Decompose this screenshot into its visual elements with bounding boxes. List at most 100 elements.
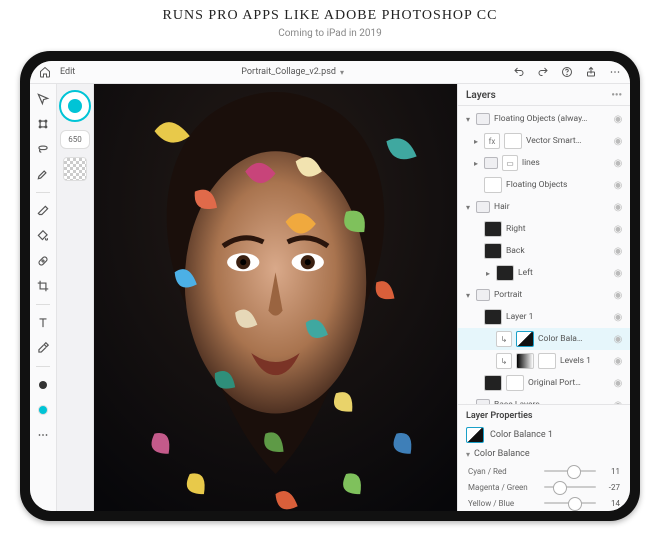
- type-tool[interactable]: [34, 314, 52, 332]
- disclosure-icon[interactable]: ▾: [464, 203, 472, 212]
- layer-thumbnail: [484, 309, 502, 325]
- slider-label: Cyan / Red: [468, 467, 538, 476]
- visibility-icon[interactable]: ◉: [612, 355, 624, 367]
- edit-menu[interactable]: Edit: [60, 67, 75, 77]
- color-balance-title: Color Balance: [474, 449, 530, 459]
- visibility-icon[interactable]: ◉: [612, 179, 624, 191]
- color-balance-slider[interactable]: Magenta / Green-27: [458, 479, 630, 495]
- disclosure-icon[interactable]: ▸: [484, 269, 492, 278]
- layer-label: Portrait: [494, 290, 608, 300]
- layer-hair-back[interactable]: Back ◉: [458, 240, 630, 262]
- layers-panel-menu-icon[interactable]: •••: [611, 90, 622, 101]
- selected-layer-name: Color Balance 1: [490, 430, 553, 440]
- color-balance-section-header[interactable]: ▾ Color Balance: [458, 447, 630, 463]
- more-tools[interactable]: [34, 426, 52, 444]
- layer-original-portrait[interactable]: Original Port… ◉: [458, 372, 630, 394]
- top-bar: Edit Portrait_Collage_v2.psd ▾: [30, 61, 630, 84]
- visibility-icon[interactable]: ◉: [612, 113, 624, 125]
- layer-group-base[interactable]: ▸ Base Layers ◉: [458, 394, 630, 404]
- fx-icon: fx: [484, 133, 500, 149]
- canvas-artwork[interactable]: [94, 84, 457, 511]
- disclosure-icon[interactable]: ▸: [472, 137, 480, 146]
- color-balance-sliders: Cyan / Red11Magenta / Green-27Yellow / B…: [458, 463, 630, 511]
- layer-properties-row: Color Balance 1: [458, 423, 630, 447]
- mask-thumbnail: [506, 375, 524, 391]
- slider-label: Yellow / Blue: [468, 499, 538, 508]
- slider-track[interactable]: [544, 465, 596, 477]
- foreground-swatch[interactable]: [34, 376, 52, 394]
- visibility-icon[interactable]: ◉: [612, 289, 624, 301]
- move-pointer-tool[interactable]: [34, 90, 52, 108]
- eraser-tool[interactable]: [34, 202, 52, 220]
- visibility-icon[interactable]: ◉: [612, 267, 624, 279]
- home-icon[interactable]: [36, 63, 54, 81]
- disclosure-icon[interactable]: ▾: [464, 115, 472, 124]
- brush-preview[interactable]: [59, 90, 91, 122]
- layers-list: ▾ Floating Objects (alway… ◉ ▸ fx Vector…: [458, 106, 630, 404]
- layer-hair-left[interactable]: ▸ Left ◉: [458, 262, 630, 284]
- overflow-icon[interactable]: [606, 63, 624, 81]
- layer-label: Original Port…: [528, 378, 608, 388]
- color-balance-slider[interactable]: Yellow / Blue14: [458, 495, 630, 511]
- layer-group-floating[interactable]: ▾ Floating Objects (alway… ◉: [458, 108, 630, 130]
- layer-thumbnail: [484, 375, 502, 391]
- fill-tool[interactable]: [34, 227, 52, 245]
- layer-group-hair[interactable]: ▾ Hair ◉: [458, 196, 630, 218]
- visibility-icon[interactable]: ◉: [612, 333, 624, 345]
- layer-label: Floating Objects: [506, 180, 608, 190]
- lasso-tool[interactable]: [34, 140, 52, 158]
- layer-label: lines: [522, 158, 608, 168]
- slider-track[interactable]: [544, 481, 596, 493]
- selected-layer-thumb: [466, 427, 484, 443]
- visibility-icon[interactable]: ◉: [612, 377, 624, 389]
- help-icon[interactable]: [558, 63, 576, 81]
- eyedropper-tool[interactable]: [34, 339, 52, 357]
- background-swatch[interactable]: [34, 401, 52, 419]
- file-title-dropdown[interactable]: Portrait_Collage_v2.psd ▾: [241, 67, 344, 77]
- share-icon[interactable]: [582, 63, 600, 81]
- toolbar-separator: [36, 192, 50, 193]
- toolbar-separator: [36, 366, 50, 367]
- visibility-icon[interactable]: ◉: [612, 311, 624, 323]
- slider-track[interactable]: [544, 497, 596, 509]
- layer-hair-right[interactable]: Right ◉: [458, 218, 630, 240]
- disclosure-icon[interactable]: ▾: [464, 291, 472, 300]
- opacity-swatch[interactable]: [63, 157, 87, 181]
- layer-thumbnail: [484, 243, 502, 259]
- disclosure-icon[interactable]: ▸: [472, 159, 480, 168]
- right-panel: Layers ••• ▾ Floating Objects (alway… ◉ …: [457, 84, 630, 511]
- layer-lines[interactable]: ▸ ▭ lines ◉: [458, 152, 630, 174]
- layer-label: Hair: [494, 202, 608, 212]
- visibility-icon[interactable]: ◉: [612, 135, 624, 147]
- brush-size-chip[interactable]: 650: [60, 130, 90, 149]
- visibility-icon[interactable]: ◉: [612, 245, 624, 257]
- transform-tool[interactable]: [34, 115, 52, 133]
- layer-vector-smart[interactable]: ▸ fx Vector Smart… ◉: [458, 130, 630, 152]
- folder-icon: [476, 399, 490, 404]
- visibility-icon[interactable]: ◉: [612, 223, 624, 235]
- layer-thumbnail: [504, 133, 522, 149]
- slider-value: -27: [602, 483, 620, 492]
- layers-panel-header: Layers •••: [458, 84, 630, 106]
- app-screen: Edit Portrait_Collage_v2.psd ▾: [30, 61, 630, 511]
- layer-color-balance[interactable]: ↳ Color Bala… ◉: [458, 328, 630, 350]
- layer-thumbnail: [484, 221, 502, 237]
- marketing-subtitle: Coming to iPad in 2019: [0, 28, 660, 39]
- file-name: Portrait_Collage_v2.psd: [241, 67, 336, 77]
- color-balance-slider[interactable]: Cyan / Red 11: [458, 463, 630, 479]
- layer-layer1[interactable]: Layer 1 ◉: [458, 306, 630, 328]
- layer-label: Layer 1: [506, 312, 608, 322]
- healing-tool[interactable]: [34, 252, 52, 270]
- layer-label: Left: [518, 268, 608, 278]
- redo-button[interactable]: [534, 63, 552, 81]
- slider-value: 11: [602, 467, 620, 476]
- layer-floating-objects[interactable]: Floating Objects ◉: [458, 174, 630, 196]
- layer-group-portrait[interactable]: ▾ Portrait ◉: [458, 284, 630, 306]
- layer-properties-title: Layer Properties: [458, 404, 630, 423]
- crop-tool[interactable]: [34, 277, 52, 295]
- brush-tool[interactable]: [34, 165, 52, 183]
- layer-levels1[interactable]: ↳ Levels 1 ◉: [458, 350, 630, 372]
- visibility-icon[interactable]: ◉: [612, 157, 624, 169]
- undo-button[interactable]: [510, 63, 528, 81]
- visibility-icon[interactable]: ◉: [612, 201, 624, 213]
